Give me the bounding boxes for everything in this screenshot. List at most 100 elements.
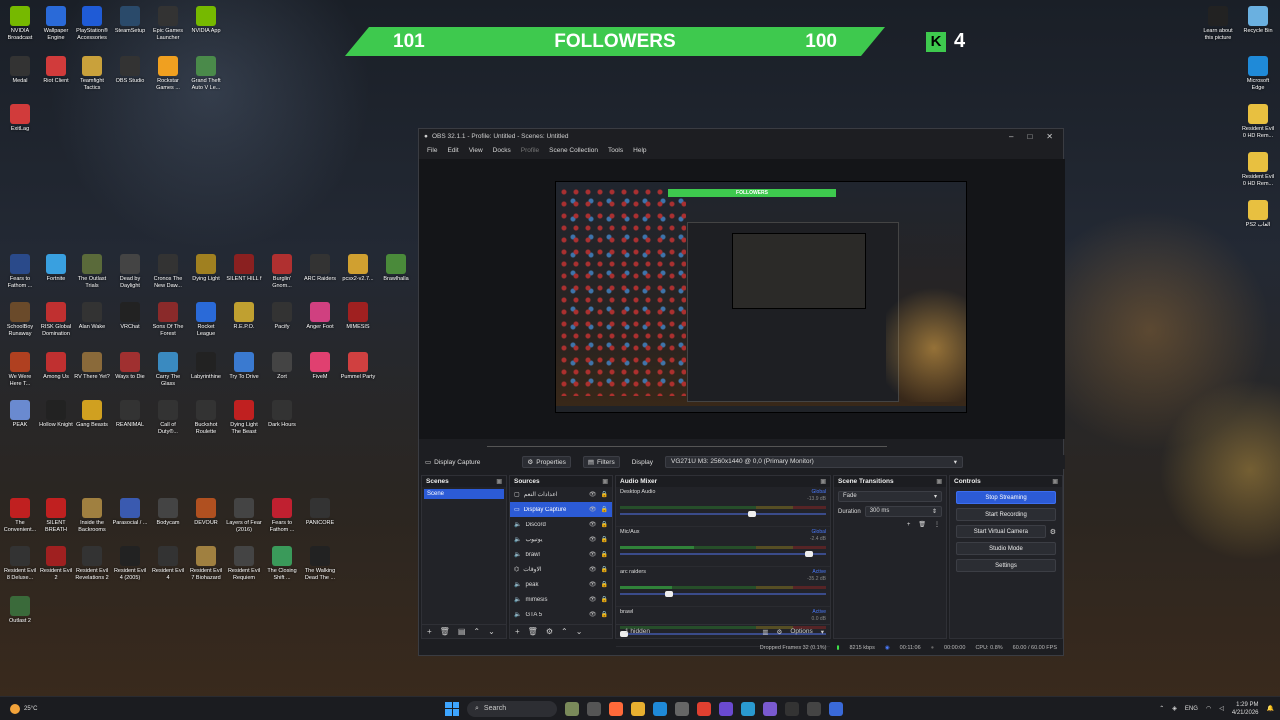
desktop-icon[interactable]: RISK Global Domination (38, 302, 74, 337)
desktop-icon[interactable]: Call of Duty®... (150, 400, 186, 435)
obs-title-bar[interactable]: ● OBS 32.1.1 - Profile: Untitled - Scene… (419, 129, 1063, 143)
source-settings-icon[interactable]: ⚙ (546, 627, 553, 636)
desktop-icon[interactable]: SchoolBoy Runaway (2, 302, 38, 337)
remove-source-icon[interactable]: 🗑 (528, 627, 538, 636)
lock-icon[interactable]: 🔒 (601, 611, 608, 618)
source-row[interactable]: 🔈 brawl 👁 🔒 (510, 547, 612, 562)
desktop-icon[interactable]: OBS Studio (112, 56, 148, 85)
source-row[interactable]: 🔈 Discord 👁 🔒 (510, 517, 612, 532)
desktop-icon[interactable]: Recycle Bin (1240, 6, 1276, 35)
volume-icon[interactable]: ◁ (1219, 705, 1224, 712)
tray-overflow-icon[interactable]: ⌃ (1159, 705, 1164, 712)
desktop-icon[interactable]: Outlast 2 (2, 596, 38, 625)
preview-scroll-track[interactable] (487, 445, 887, 447)
obs-taskbar-icon[interactable] (807, 701, 821, 716)
telegram-icon[interactable] (741, 701, 755, 716)
visibility-eye-icon[interactable]: 👁 (589, 596, 597, 603)
volume-slider-handle[interactable] (805, 551, 814, 557)
desktop-icon[interactable]: Burglin' Gnom... (264, 254, 300, 289)
maximize-icon[interactable]: □ (1027, 132, 1032, 141)
dock-undock-icon[interactable]: ▣ (602, 478, 608, 485)
lock-icon[interactable]: 🔒 (601, 566, 608, 573)
tray-app-icon[interactable]: ◈ (1172, 705, 1177, 712)
wifi-icon[interactable]: ◠ (1206, 705, 1211, 712)
gear-icon[interactable]: ⚙ (1050, 528, 1056, 536)
desktop-icon[interactable]: Parasocial / ... (112, 498, 148, 527)
desktop-icon[interactable]: NVIDIA Broadcast (2, 6, 38, 41)
desktop-icon[interactable]: R.E.P.O. (226, 302, 262, 331)
desktop-icon[interactable]: Resident Evil 4 (150, 546, 186, 581)
visibility-eye-icon[interactable]: 👁 (589, 521, 597, 528)
desktop-icon[interactable]: Fears to Fathom ... (264, 498, 300, 533)
mixer-options-button[interactable]: Options (790, 628, 812, 635)
desktop-icon[interactable]: Layers of Fear (2016) (226, 498, 262, 533)
file-explorer-icon[interactable] (631, 701, 645, 716)
clock[interactable]: 1:29 PM 4/21/2026 (1232, 701, 1259, 717)
display-select[interactable]: VG271U M3: 2560x1440 @ 0,0 (Primary Moni… (665, 456, 964, 468)
menu-scene-collection[interactable]: Scene Collection (549, 147, 598, 154)
lock-icon[interactable]: 🔒 (601, 581, 608, 588)
dock-undock-icon[interactable]: ▣ (496, 478, 502, 485)
desktop-icon[interactable]: Cronos The New Daw... (150, 254, 186, 289)
source-row[interactable]: ▢ اعدادات النعم 👁 🔒 (510, 487, 612, 502)
desktop-icon[interactable]: Resident Evil 0 HD Rem... (1240, 104, 1276, 139)
desktop-icon[interactable]: DEVOUR (188, 498, 224, 527)
desktop-icon[interactable]: MIMESIS (340, 302, 376, 331)
desktop-icon[interactable]: Epic Games Launcher (150, 6, 186, 41)
desktop-icon[interactable]: PANICORE (302, 498, 338, 527)
app-icon[interactable] (719, 701, 733, 716)
dock-undock-icon[interactable]: ▣ (1052, 478, 1058, 485)
desktop-icon[interactable]: Microsoft Edge (1240, 56, 1276, 91)
volume-slider-handle[interactable] (747, 511, 756, 517)
more-options-icon[interactable]: ⋮ (934, 521, 940, 528)
source-row[interactable]: 🔈 peak 👁 🔒 (510, 577, 612, 592)
desktop-icon[interactable]: Dying Light The Beast (226, 400, 262, 435)
visibility-eye-icon[interactable]: 👁 (589, 506, 597, 513)
visibility-eye-icon[interactable]: 👁 (589, 581, 597, 588)
hidden-count[interactable]: 1 hidden (625, 628, 650, 635)
transition-type-select[interactable]: Fade ▾ (838, 491, 942, 502)
preview-canvas[interactable]: FOLLOWERS (555, 181, 967, 413)
menu-tools[interactable]: Tools (608, 147, 623, 154)
task-view-icon[interactable] (587, 701, 601, 716)
lock-icon[interactable]: 🔒 (601, 551, 608, 558)
weather-widget[interactable]: 25°C (10, 703, 37, 714)
desktop-icon[interactable]: Carry The Glass (150, 352, 186, 387)
desktop-icon[interactable]: Fortnite (38, 254, 74, 283)
visibility-eye-icon[interactable]: 👁 (589, 566, 597, 573)
lock-icon[interactable]: 🔒 (601, 506, 608, 513)
desktop-icon[interactable]: Learn about this picture (1200, 6, 1236, 41)
menu-help[interactable]: Help (633, 147, 646, 154)
desktop-icon[interactable]: Inside the Backrooms (74, 498, 110, 533)
minimize-icon[interactable]: – (1009, 132, 1013, 141)
desktop-icon[interactable]: The Walking Dead The ... (302, 546, 338, 581)
desktop-icon[interactable]: Resident Evil 2 (38, 546, 74, 581)
desktop-icon[interactable]: Anger Foot (302, 302, 338, 331)
desktop-icon[interactable]: FiveM (302, 352, 338, 381)
visibility-eye-icon[interactable]: 👁 (589, 611, 597, 618)
desktop-icon[interactable]: PlayStation® Accessories (74, 6, 110, 41)
desktop-icon[interactable]: Pacify (264, 302, 300, 331)
desktop-icon[interactable]: Zort (264, 352, 300, 381)
source-row[interactable]: 🔈 mimesis 👁 🔒 (510, 592, 612, 607)
desktop-icon[interactable]: Dark Hours (264, 400, 300, 429)
move-up-icon[interactable]: ⌃ (561, 627, 568, 636)
volume-slider[interactable] (620, 591, 826, 597)
add-transition-icon[interactable]: + (907, 522, 911, 528)
desktop-icon[interactable]: Wallpaper Engine (38, 6, 74, 41)
taskbar-search[interactable]: ⌕ Search (467, 700, 557, 717)
desktop-icon[interactable]: Rockstar Games ... (150, 56, 186, 91)
desktop-icon[interactable]: SteamSetup (112, 6, 148, 35)
desktop-icon[interactable]: Teamfight Tactics (74, 56, 110, 91)
desktop-icon[interactable]: The Convenient... (2, 498, 38, 533)
menu-file[interactable]: File (427, 147, 437, 154)
desktop-icon[interactable]: Alan Wake (74, 302, 110, 331)
desktop-icon[interactable]: Gang Beasts (74, 400, 110, 429)
dock-undock-icon[interactable]: ▣ (936, 478, 942, 485)
start-recording-button[interactable]: Start Recording (956, 508, 1056, 521)
desktop-icon[interactable]: Resident Evil 8 Deluxe... (2, 546, 38, 581)
desktop-icon[interactable]: Among Us (38, 352, 74, 381)
desktop-icon[interactable]: Dying Light (188, 254, 224, 283)
start-button[interactable] (445, 701, 459, 716)
desktop-icon[interactable]: The Closing Shift ... (264, 546, 300, 581)
